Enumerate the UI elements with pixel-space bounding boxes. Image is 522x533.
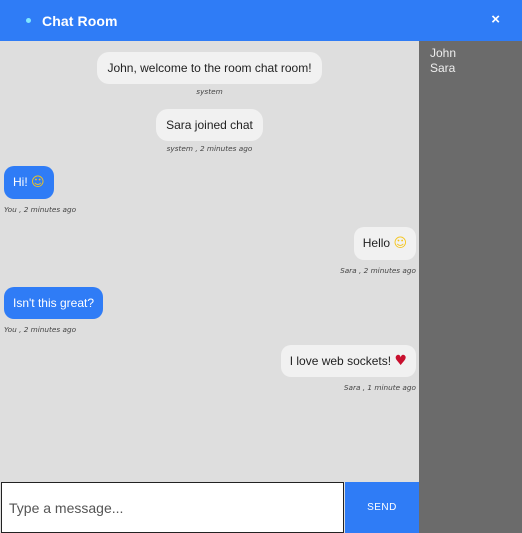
chat-header: Chat Room × <box>0 0 522 41</box>
message-meta: You , 2 minutes ago <box>4 205 77 214</box>
own-message: Hi! ☺ You , 2 minutes ago <box>4 166 76 214</box>
message-meta: system <box>196 87 223 96</box>
message-text: John, welcome to the room chat room! <box>107 61 312 75</box>
user-list-item: Sara <box>430 61 456 75</box>
message-meta: Sara , 1 minute ago <box>343 383 416 392</box>
message-bubble: Isn't this great? <box>4 287 103 319</box>
message-bubble: Hello ☺ <box>353 227 416 260</box>
close-icon[interactable]: × <box>491 12 500 27</box>
message-meta: You , 2 minutes ago <box>4 325 77 334</box>
incoming-message: Hello ☺ Sara , 2 minutes ago <box>340 227 416 275</box>
smile-emoji-icon: ☺ <box>31 175 45 190</box>
message-text: Hello <box>362 236 391 250</box>
own-message: Isn't this great? You , 2 minutes ago <box>4 287 103 334</box>
message-list: John, welcome to the room chat room! sys… <box>0 41 419 481</box>
incoming-message: I love web sockets! ♥ Sara , 1 minute ag… <box>280 345 416 392</box>
message-composer: SEND <box>0 481 419 533</box>
message-text: Sara joined chat <box>166 118 253 132</box>
message-bubble: Hi! ☺ <box>4 166 54 199</box>
page-title: Chat Room <box>42 12 118 29</box>
status-dot-icon <box>26 18 31 23</box>
message-bubble: Sara joined chat <box>156 109 263 141</box>
message-input[interactable] <box>1 482 344 533</box>
message-bubble: I love web sockets! ♥ <box>280 345 416 377</box>
heart-emoji-icon: ♥ <box>394 353 407 369</box>
message-text: Isn't this great? <box>13 296 94 310</box>
online-users-panel: John Sara <box>419 41 522 533</box>
message-meta: system , 2 minutes ago <box>166 144 253 153</box>
send-button[interactable]: SEND <box>345 482 419 533</box>
system-message: Sara joined chat system , 2 minutes ago <box>0 109 419 153</box>
message-text: Hi! <box>13 175 28 189</box>
smile-emoji-icon: ☺ <box>393 236 407 251</box>
message-meta: Sara , 2 minutes ago <box>340 266 416 275</box>
message-bubble: John, welcome to the room chat room! <box>97 52 322 84</box>
system-message: John, welcome to the room chat room! sys… <box>0 52 419 96</box>
user-list-item: John <box>430 46 457 60</box>
message-text: I love web sockets! <box>289 354 392 368</box>
